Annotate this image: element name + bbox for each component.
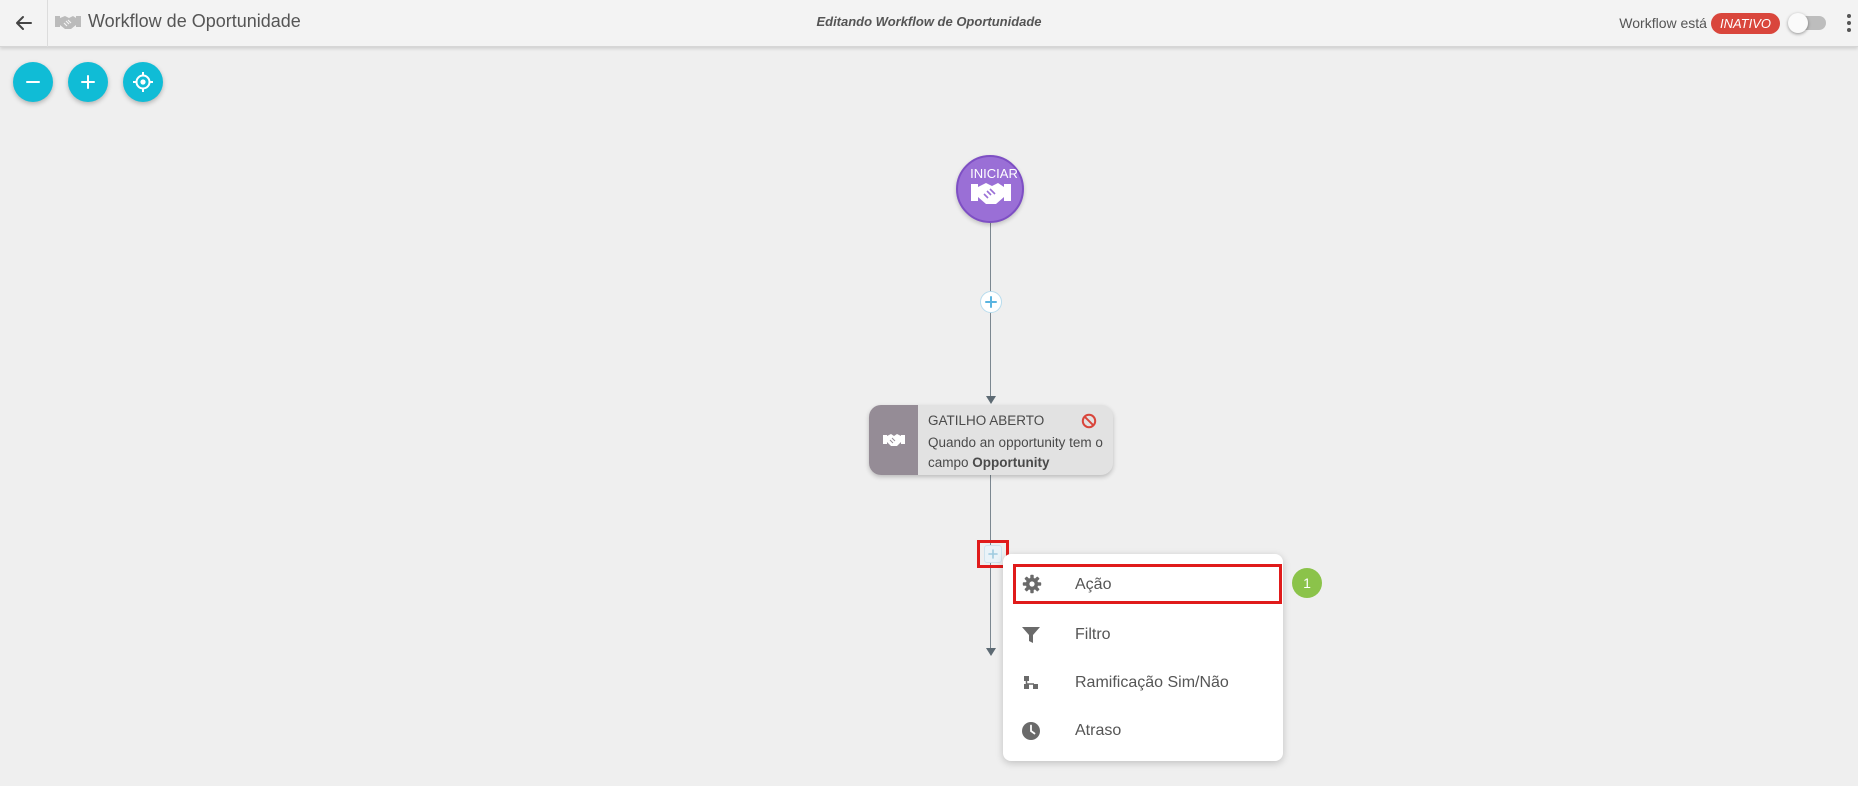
add-step-menu: Ação Filtro Ramificação Sim/Não Atraso	[1003, 554, 1283, 761]
toggle-knob	[1788, 13, 1808, 33]
active-toggle[interactable]	[1788, 13, 1826, 33]
add-step-button[interactable]	[980, 291, 1002, 313]
plus-icon	[985, 296, 997, 308]
menu-item-label: Filtro	[1075, 626, 1111, 643]
trigger-node[interactable]: GATILHO ABERTO Quando an opportunity tem…	[869, 405, 1113, 475]
header-divider	[47, 0, 48, 47]
trigger-desc-field: Opportunity	[972, 455, 1050, 470]
minus-icon	[26, 81, 40, 83]
plus-icon	[81, 75, 95, 89]
workflow-status: Workflow está INATIVO	[1619, 10, 1858, 36]
trigger-icon-panel	[869, 405, 918, 475]
crosshair-icon	[133, 72, 153, 92]
zoom-out-button[interactable]	[13, 62, 53, 102]
more-options-button[interactable]	[1842, 10, 1856, 36]
trigger-title: GATILHO ABERTO	[928, 413, 1045, 428]
top-bar: Workflow de Oportunidade Editando Workfl…	[0, 0, 1858, 47]
menu-item-acao[interactable]: Ação	[1013, 564, 1282, 604]
block-icon[interactable]	[1081, 413, 1097, 434]
handshake-icon	[971, 183, 1011, 204]
step-badge: 1	[1292, 568, 1322, 598]
clock-icon	[1020, 720, 1042, 742]
menu-item-filtro[interactable]: Filtro	[1003, 613, 1283, 657]
branch-icon	[1020, 672, 1042, 694]
page-title: Workflow de Oportunidade	[88, 11, 301, 31]
menu-item-label: Atraso	[1075, 722, 1122, 739]
connector-arrow	[986, 396, 996, 404]
kebab-menu-icon	[1847, 14, 1851, 18]
menu-item-label: Ação	[1075, 576, 1112, 593]
arrow-left-icon	[16, 16, 32, 30]
kebab-dot	[1847, 28, 1851, 32]
zoom-in-button[interactable]	[68, 62, 108, 102]
plus-icon	[988, 549, 998, 559]
add-step-inner	[984, 545, 1002, 563]
connector-arrow	[986, 648, 996, 656]
menu-item-atraso[interactable]: Atraso	[1003, 709, 1283, 753]
trigger-description: Quando an opportunity tem o campo Opport…	[928, 433, 1106, 473]
filter-icon	[1020, 624, 1042, 646]
status-badge: INATIVO	[1710, 12, 1780, 34]
status-label: Workflow está	[1619, 15, 1707, 31]
kebab-dot	[1847, 21, 1851, 25]
handshake-icon	[55, 13, 81, 36]
handshake-icon	[882, 434, 905, 446]
back-button[interactable]	[10, 10, 38, 36]
menu-item-ramificacao[interactable]: Ramificação Sim/Não	[1003, 661, 1283, 705]
menu-item-label: Ramificação Sim/Não	[1075, 674, 1229, 691]
gear-icon	[1021, 573, 1043, 595]
start-node[interactable]: INICIAR	[956, 155, 1024, 223]
center-view-button[interactable]	[123, 62, 163, 102]
